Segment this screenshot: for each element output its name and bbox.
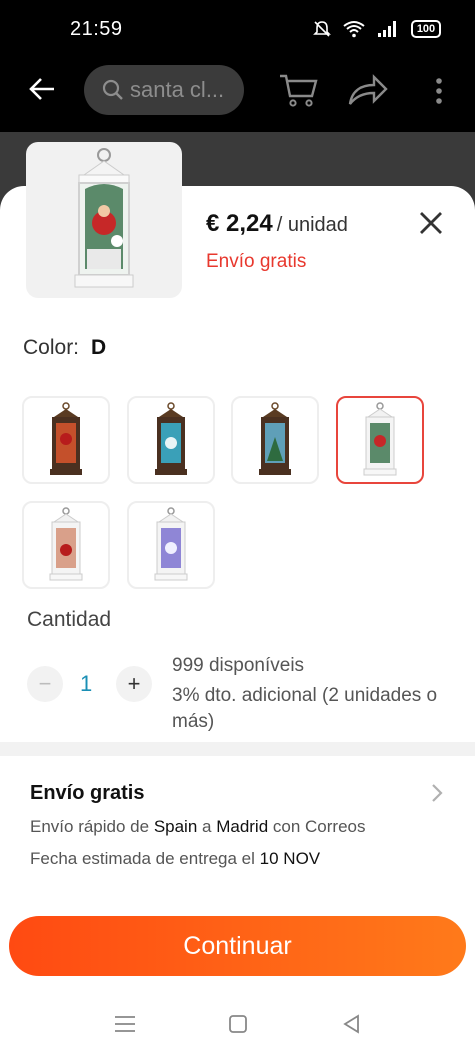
product-thumbnail [26,142,182,298]
color-label: Color: [23,336,80,359]
product-price: € 2,24/ unidad [206,210,348,238]
price-value: € 2,24 [206,210,273,237]
stock-available: 999 disponíveis [172,655,305,676]
status-icons: 100 [313,20,441,38]
lantern-brown-blue-image [259,402,291,475]
shipping-carrier: con Correos [268,817,366,836]
price-unit: / unidad [276,214,348,236]
close-icon[interactable] [416,208,446,238]
section-divider [0,742,475,756]
cart-icon[interactable] [278,72,318,108]
color-selected-value: D [91,336,107,359]
lantern-white-purple-image [154,507,188,581]
lantern-white-red-image [49,507,83,581]
bulk-discount-note: 3% dto. adicional (2 unidades o más) [172,685,438,732]
search-placeholder: santa cl... [130,77,225,102]
back-arrow-icon[interactable] [28,74,56,104]
shipping-origin: Spain [153,817,198,836]
color-selector-label: Color: D [23,336,106,360]
continue-button[interactable]: Continuar [9,916,466,976]
lantern-brown-image [50,402,82,475]
battery-icon: 100 [411,20,441,38]
lantern-white-image [363,402,397,476]
search-input[interactable]: santa cl... [84,65,244,115]
shipping-route-to: a [197,817,217,836]
shipping-eta-date: 10 NOV [259,849,321,868]
quantity-label: Cantidad [27,608,112,631]
share-icon[interactable] [348,74,388,106]
chevron-right-icon[interactable] [430,782,444,804]
color-option-d[interactable] [336,396,424,484]
signal-icon [378,21,396,37]
quantity-decrement-button[interactable]: − [27,666,63,702]
color-option-a[interactable] [22,396,110,484]
free-shipping-label: Envío gratis [206,251,307,272]
quantity-increment-button[interactable]: + [116,666,152,702]
status-bar: 21:59 100 [0,0,475,62]
shipping-eta-prefix: Fecha estimada de entrega el [30,849,260,868]
shipping-route: Envío rápido de Spain a Madrid con Corre… [30,817,366,837]
mute-icon [313,21,331,37]
quantity-value[interactable]: 1 [80,671,92,697]
shipping-eta: Fecha estimada de entrega el 10 NOV [30,849,320,869]
color-option-f[interactable] [127,501,215,589]
shipping-destination: Madrid [216,817,269,836]
status-time: 21:59 [70,18,123,40]
color-option-c[interactable] [231,396,319,484]
lantern-image [74,148,134,288]
top-app-bar: santa cl... [0,62,475,132]
wifi-icon [343,21,365,38]
color-option-b[interactable] [127,396,215,484]
color-option-e[interactable] [22,501,110,589]
more-options-icon[interactable] [434,76,444,106]
shipping-title[interactable]: Envío gratis [30,782,144,805]
system-nav-bar [0,1000,475,1056]
back-triangle-icon[interactable] [342,1014,362,1034]
menu-icon[interactable] [114,1014,136,1034]
search-icon [102,79,123,100]
shipping-route-prefix: Envío rápido de [30,817,154,836]
lantern-blue-image [155,402,187,475]
home-icon[interactable] [228,1014,248,1034]
